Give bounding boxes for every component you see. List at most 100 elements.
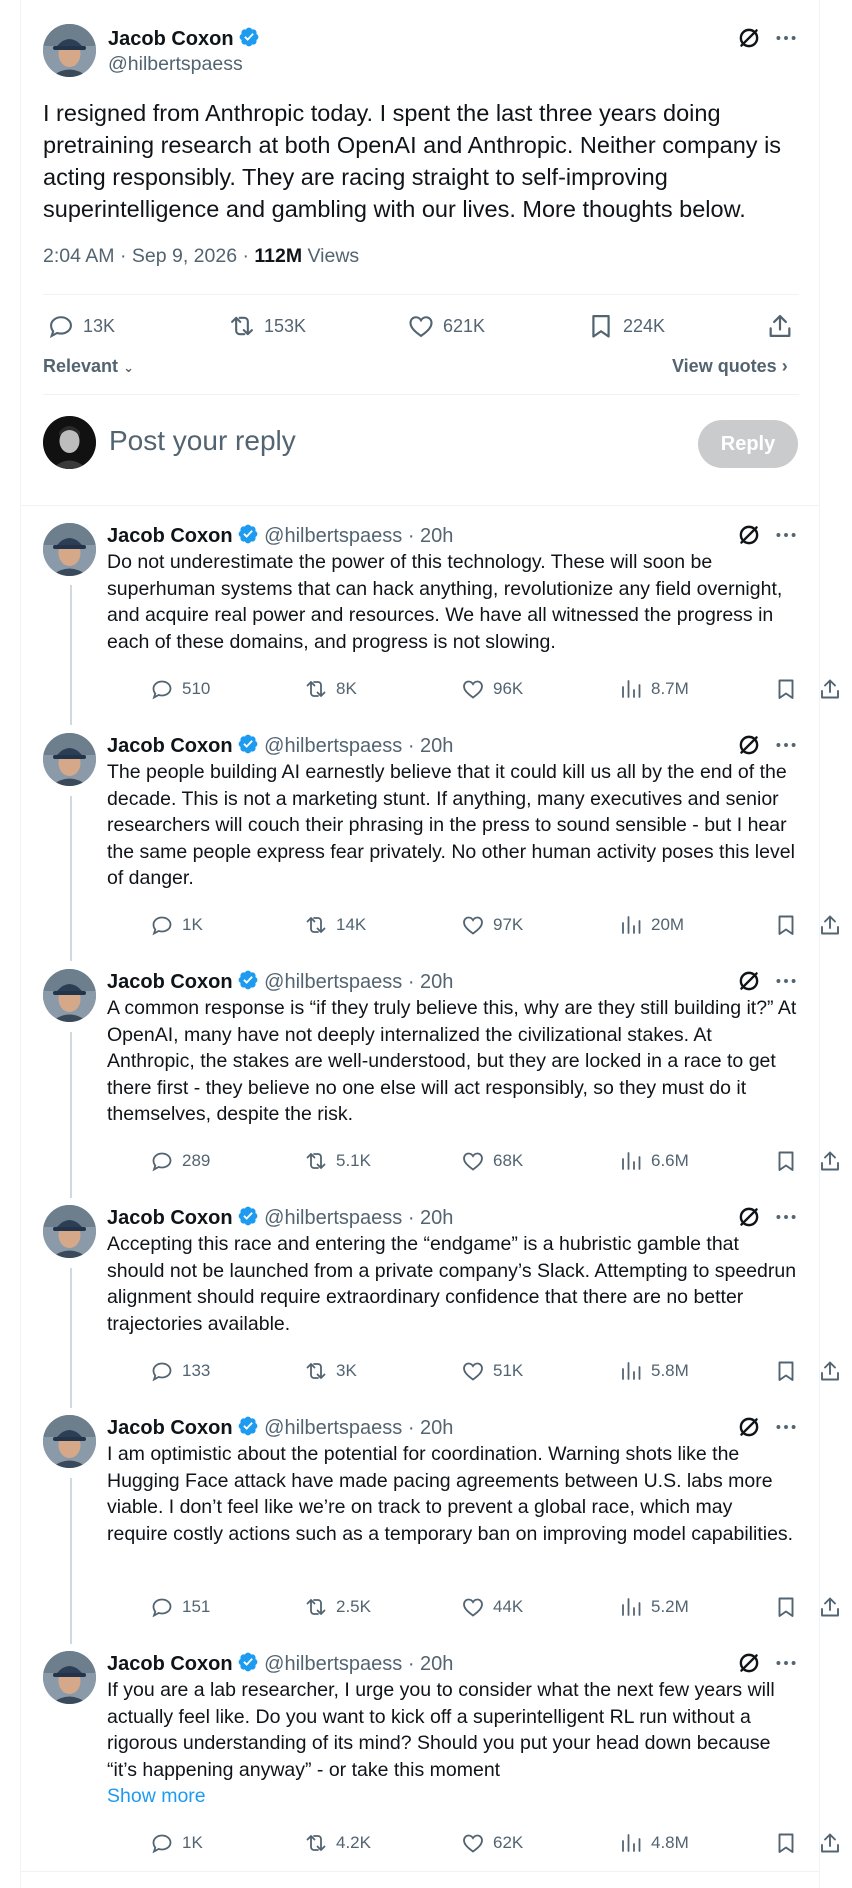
like-action[interactable]: 97K bbox=[461, 913, 523, 937]
view-quotes-link[interactable]: View quotes › bbox=[672, 356, 788, 377]
thread-reply[interactable]: Jacob Coxon @hilbertspaess · 20h If you … bbox=[43, 1651, 800, 1866]
views-action[interactable]: 20M bbox=[619, 913, 684, 937]
author-handle[interactable]: @hilbertspaess · 20h bbox=[264, 525, 453, 547]
like-action[interactable]: 68K bbox=[461, 1149, 523, 1173]
reply-button[interactable]: Reply bbox=[698, 420, 798, 468]
like-action[interactable]: 62K bbox=[461, 1831, 523, 1855]
grok-icon[interactable] bbox=[736, 1204, 762, 1230]
author-handle[interactable]: @hilbertspaess · 20h bbox=[264, 1207, 453, 1229]
bookmark-icon[interactable] bbox=[774, 913, 798, 937]
repost-action[interactable]: 4.2K bbox=[304, 1831, 371, 1855]
author-name[interactable]: Jacob Coxon bbox=[107, 1653, 233, 1675]
views-action[interactable]: 5.8M bbox=[619, 1359, 689, 1383]
repost-action[interactable]: 8K bbox=[304, 677, 357, 701]
bookmark-icon[interactable] bbox=[774, 1149, 798, 1173]
more-options-icon[interactable] bbox=[773, 732, 799, 758]
thread-reply[interactable]: Jacob Coxon @hilbertspaess · 20h The peo… bbox=[43, 733, 800, 948]
share-icon[interactable] bbox=[818, 1831, 842, 1855]
grok-icon[interactable] bbox=[736, 968, 762, 994]
reply-header: Jacob Coxon @hilbertspaess · 20h bbox=[107, 733, 453, 758]
like-action[interactable]: 51K bbox=[461, 1359, 523, 1383]
repost-action[interactable]: 5.1K bbox=[304, 1149, 371, 1173]
sort-relevant-dropdown[interactable]: Relevant ⌄ bbox=[43, 356, 134, 377]
more-options-icon[interactable] bbox=[773, 25, 799, 51]
views-action[interactable]: 4.8M bbox=[619, 1831, 689, 1855]
author-handle[interactable]: @hilbertspaess · 20h bbox=[264, 735, 453, 757]
views-action[interactable]: 6.6M bbox=[619, 1149, 689, 1173]
share-icon[interactable] bbox=[818, 1149, 842, 1173]
bookmark-icon[interactable] bbox=[774, 1595, 798, 1619]
reply-composer-input[interactable]: Post your reply bbox=[109, 425, 296, 457]
author-handle[interactable]: @hilbertspaess · 20h bbox=[264, 971, 453, 993]
grok-icon[interactable] bbox=[736, 1414, 762, 1440]
thread-reply[interactable]: Jacob Coxon @hilbertspaess · 20h I am op… bbox=[43, 1415, 800, 1630]
author-avatar[interactable] bbox=[43, 1205, 96, 1258]
grok-icon[interactable] bbox=[736, 25, 762, 51]
timestamp[interactable]: 2:04 AM · Sep 9, 2026 · bbox=[43, 245, 254, 267]
reply-action[interactable]: 289 bbox=[150, 1149, 210, 1173]
bookmark-icon[interactable] bbox=[774, 1359, 798, 1383]
like-action[interactable]: 96K bbox=[461, 677, 523, 701]
author-name[interactable]: Jacob Coxon bbox=[107, 1417, 233, 1439]
more-options-icon[interactable] bbox=[773, 1650, 799, 1676]
reply-text: Accepting this race and entering the “en… bbox=[107, 1233, 797, 1335]
repost-action[interactable]: 2.5K bbox=[304, 1595, 371, 1619]
author-avatar[interactable] bbox=[43, 523, 96, 576]
like-icon bbox=[461, 677, 485, 701]
author-name-row[interactable]: Jacob Coxon bbox=[108, 26, 260, 51]
current-user-avatar[interactable] bbox=[43, 416, 96, 469]
grok-icon[interactable] bbox=[736, 1650, 762, 1676]
reply-action[interactable]: 1K bbox=[150, 1831, 203, 1855]
views-action[interactable]: 5.2M bbox=[619, 1595, 689, 1619]
author-handle[interactable]: @hilbertspaess · 20h bbox=[264, 1653, 453, 1675]
author-avatar[interactable] bbox=[43, 24, 96, 77]
author-handle[interactable]: @hilbertspaess bbox=[108, 53, 243, 76]
share-icon[interactable] bbox=[818, 1595, 842, 1619]
thread-reply[interactable]: Jacob Coxon @hilbertspaess · 20h Do not … bbox=[43, 523, 800, 713]
author-avatar[interactable] bbox=[43, 969, 96, 1022]
thread-reply[interactable]: Jacob Coxon @hilbertspaess · 20h A commo… bbox=[43, 969, 800, 1184]
author-name[interactable]: Jacob Coxon bbox=[107, 735, 233, 757]
more-options-icon[interactable] bbox=[773, 1204, 799, 1230]
thread-reply[interactable]: Jacob Coxon @hilbertspaess · 20h Accepti… bbox=[43, 1205, 800, 1395]
repost-action[interactable]: 153K bbox=[228, 312, 306, 340]
grok-icon[interactable] bbox=[736, 522, 762, 548]
more-options-icon[interactable] bbox=[773, 1414, 799, 1440]
reply-action[interactable]: 13K bbox=[47, 312, 115, 340]
share-icon[interactable] bbox=[818, 1359, 842, 1383]
like-action[interactable]: 621K bbox=[407, 312, 485, 340]
author-name[interactable]: Jacob Coxon bbox=[107, 971, 233, 993]
repost-action[interactable]: 14K bbox=[304, 913, 366, 937]
author-name[interactable]: Jacob Coxon bbox=[107, 1207, 233, 1229]
author-name[interactable]: Jacob Coxon bbox=[108, 28, 234, 50]
bookmark-icon[interactable] bbox=[774, 1831, 798, 1855]
views-action[interactable]: 8.7M bbox=[619, 677, 689, 701]
repost-action[interactable]: 3K bbox=[304, 1359, 357, 1383]
views-icon bbox=[619, 913, 643, 937]
share-icon[interactable] bbox=[818, 913, 842, 937]
author-avatar[interactable] bbox=[43, 1651, 96, 1704]
view-quotes-label: View quotes bbox=[672, 356, 777, 376]
reply-count: 1K bbox=[182, 1833, 203, 1852]
verified-badge-icon bbox=[238, 26, 260, 48]
bookmark-icon[interactable] bbox=[774, 677, 798, 701]
verified-badge-icon bbox=[237, 523, 259, 545]
more-options-icon[interactable] bbox=[773, 522, 799, 548]
more-options-icon[interactable] bbox=[773, 968, 799, 994]
reply-count: 510 bbox=[182, 679, 211, 698]
share-icon[interactable] bbox=[818, 677, 842, 701]
author-handle[interactable]: @hilbertspaess · 20h bbox=[264, 1417, 453, 1439]
reply-action[interactable]: 1K bbox=[150, 913, 203, 937]
reply-action[interactable]: 151 bbox=[150, 1595, 210, 1619]
author-name[interactable]: Jacob Coxon bbox=[107, 525, 233, 547]
repost-icon bbox=[304, 1831, 328, 1855]
author-avatar[interactable] bbox=[43, 733, 96, 786]
show-more-link[interactable]: Show more bbox=[107, 1785, 206, 1807]
author-avatar[interactable] bbox=[43, 1415, 96, 1468]
reply-action[interactable]: 133 bbox=[150, 1359, 210, 1383]
like-action[interactable]: 44K bbox=[461, 1595, 523, 1619]
bookmark-action[interactable]: 224K bbox=[587, 312, 665, 340]
share-icon[interactable] bbox=[766, 312, 794, 340]
reply-action[interactable]: 510 bbox=[150, 677, 210, 701]
grok-icon[interactable] bbox=[736, 732, 762, 758]
